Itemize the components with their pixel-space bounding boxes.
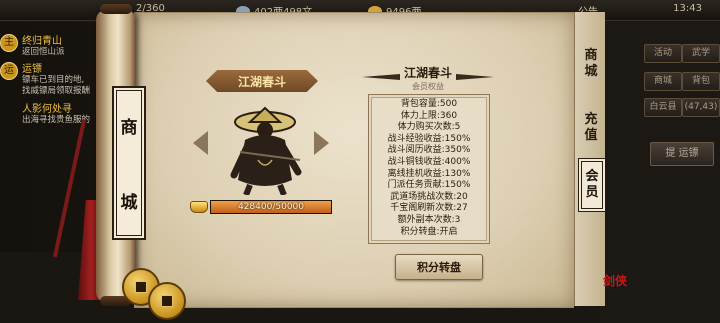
benefit-item: 积分转盘:开启 <box>400 226 458 237</box>
martial-button[interactable]: 武学 <box>682 44 720 63</box>
benefit-title: 江湖春斗 <box>403 66 452 80</box>
quest-title: 运镖 <box>22 64 42 75</box>
vip-level-banner: 江湖春斗 <box>206 70 318 92</box>
tab-strip: 商城 充值 会员 <box>574 30 605 270</box>
quest-desc: 镖车已到目的地, 找威镖局领取报酬 <box>22 75 91 96</box>
tab-vip[interactable]: 会员 <box>578 158 605 212</box>
benefit-item: 体力购买次数:5 <box>397 122 461 133</box>
escort-quest-badge: 运 <box>0 62 18 80</box>
benefit-item: 千宝阁刷新次数:27 <box>390 203 468 214</box>
benefit-subtitle: 会员权益 <box>412 82 444 91</box>
quest-item[interactable]: 运镖 镖车已到目的地, 找威镖局领取报酬 <box>22 60 90 97</box>
next-level-arrow-icon[interactable] <box>314 131 329 155</box>
benefit-list-box: 背包容量:500 体力上限:360 体力购买次数:5 战斗经验收益:150% 战… <box>368 94 490 244</box>
gold-ingot-icon <box>190 201 208 213</box>
benefit-item: 额外副本次数:3 <box>397 214 461 225</box>
game-logo-seal: 剑侠 <box>603 274 628 288</box>
clock: 13:43 <box>673 3 702 14</box>
location-name: 白云县 <box>644 98 682 117</box>
benefit-item: 战斗经验收益:150% <box>387 133 471 144</box>
benefit-item: 背包容量:500 <box>400 99 458 109</box>
quest-item[interactable]: 终归青山 返回恒山派 <box>22 32 65 58</box>
coin-icon <box>148 282 186 320</box>
quest-item[interactable]: 人影何处寻 出海寻找贵鱼服的 <box>22 100 90 126</box>
points-wheel-button[interactable]: 积分转盘 <box>395 254 483 280</box>
prev-level-arrow-icon[interactable] <box>193 131 208 155</box>
benefit-item: 门派任务贡献:150% <box>387 180 471 191</box>
tab-recharge[interactable]: 充值 <box>578 102 604 154</box>
location-coords: (47,43) <box>682 98 720 117</box>
progress-text: 428400/50000 <box>237 202 305 212</box>
benefit-item: 战斗阅历收益:350% <box>387 145 471 156</box>
quest-title: 终归青山 <box>22 36 62 47</box>
escort-button[interactable]: 提 运镖 <box>650 142 714 166</box>
shop-title-plate: 商 城 <box>112 86 146 240</box>
shop-scroll-paper <box>134 12 574 308</box>
main-quest-badge: 主 <box>0 34 18 52</box>
swordsman-portrait <box>230 106 302 195</box>
benefit-list: 背包容量:500 体力上限:360 体力购买次数:5 战斗经验收益:150% 战… <box>369 95 489 238</box>
clock-value: 13:43 <box>673 3 702 14</box>
quest-desc: 出海寻找贵鱼服的 <box>22 115 91 125</box>
benefit-item: 武道场挑战次数:20 <box>390 191 468 202</box>
activity-button[interactable]: 活动 <box>644 44 682 63</box>
vip-level-name: 江湖春斗 <box>237 74 286 89</box>
shop-title-char: 商 <box>120 118 138 138</box>
benefit-item: 离线挂机收益:130% <box>387 168 471 179</box>
quest-title: 人影何处寻 <box>22 104 72 115</box>
vip-progress: 428400/50000 <box>190 200 332 214</box>
benefit-item: 战斗铜钱收益:400% <box>387 156 471 167</box>
shop-title-char: 城 <box>120 193 138 213</box>
benefit-item: 体力上限:360 <box>400 110 458 121</box>
bag-button[interactable]: 背包 <box>682 72 720 91</box>
benefit-header: 江湖春斗 会员权益 <box>368 64 488 91</box>
shop-button[interactable]: 商城 <box>644 72 682 91</box>
scroll-cap-top <box>100 4 132 14</box>
progress-track: 428400/50000 <box>210 200 332 214</box>
points-wheel-label: 积分转盘 <box>417 261 461 274</box>
quest-desc: 返回恒山派 <box>22 47 65 57</box>
tab-shop[interactable]: 商城 <box>578 38 604 90</box>
